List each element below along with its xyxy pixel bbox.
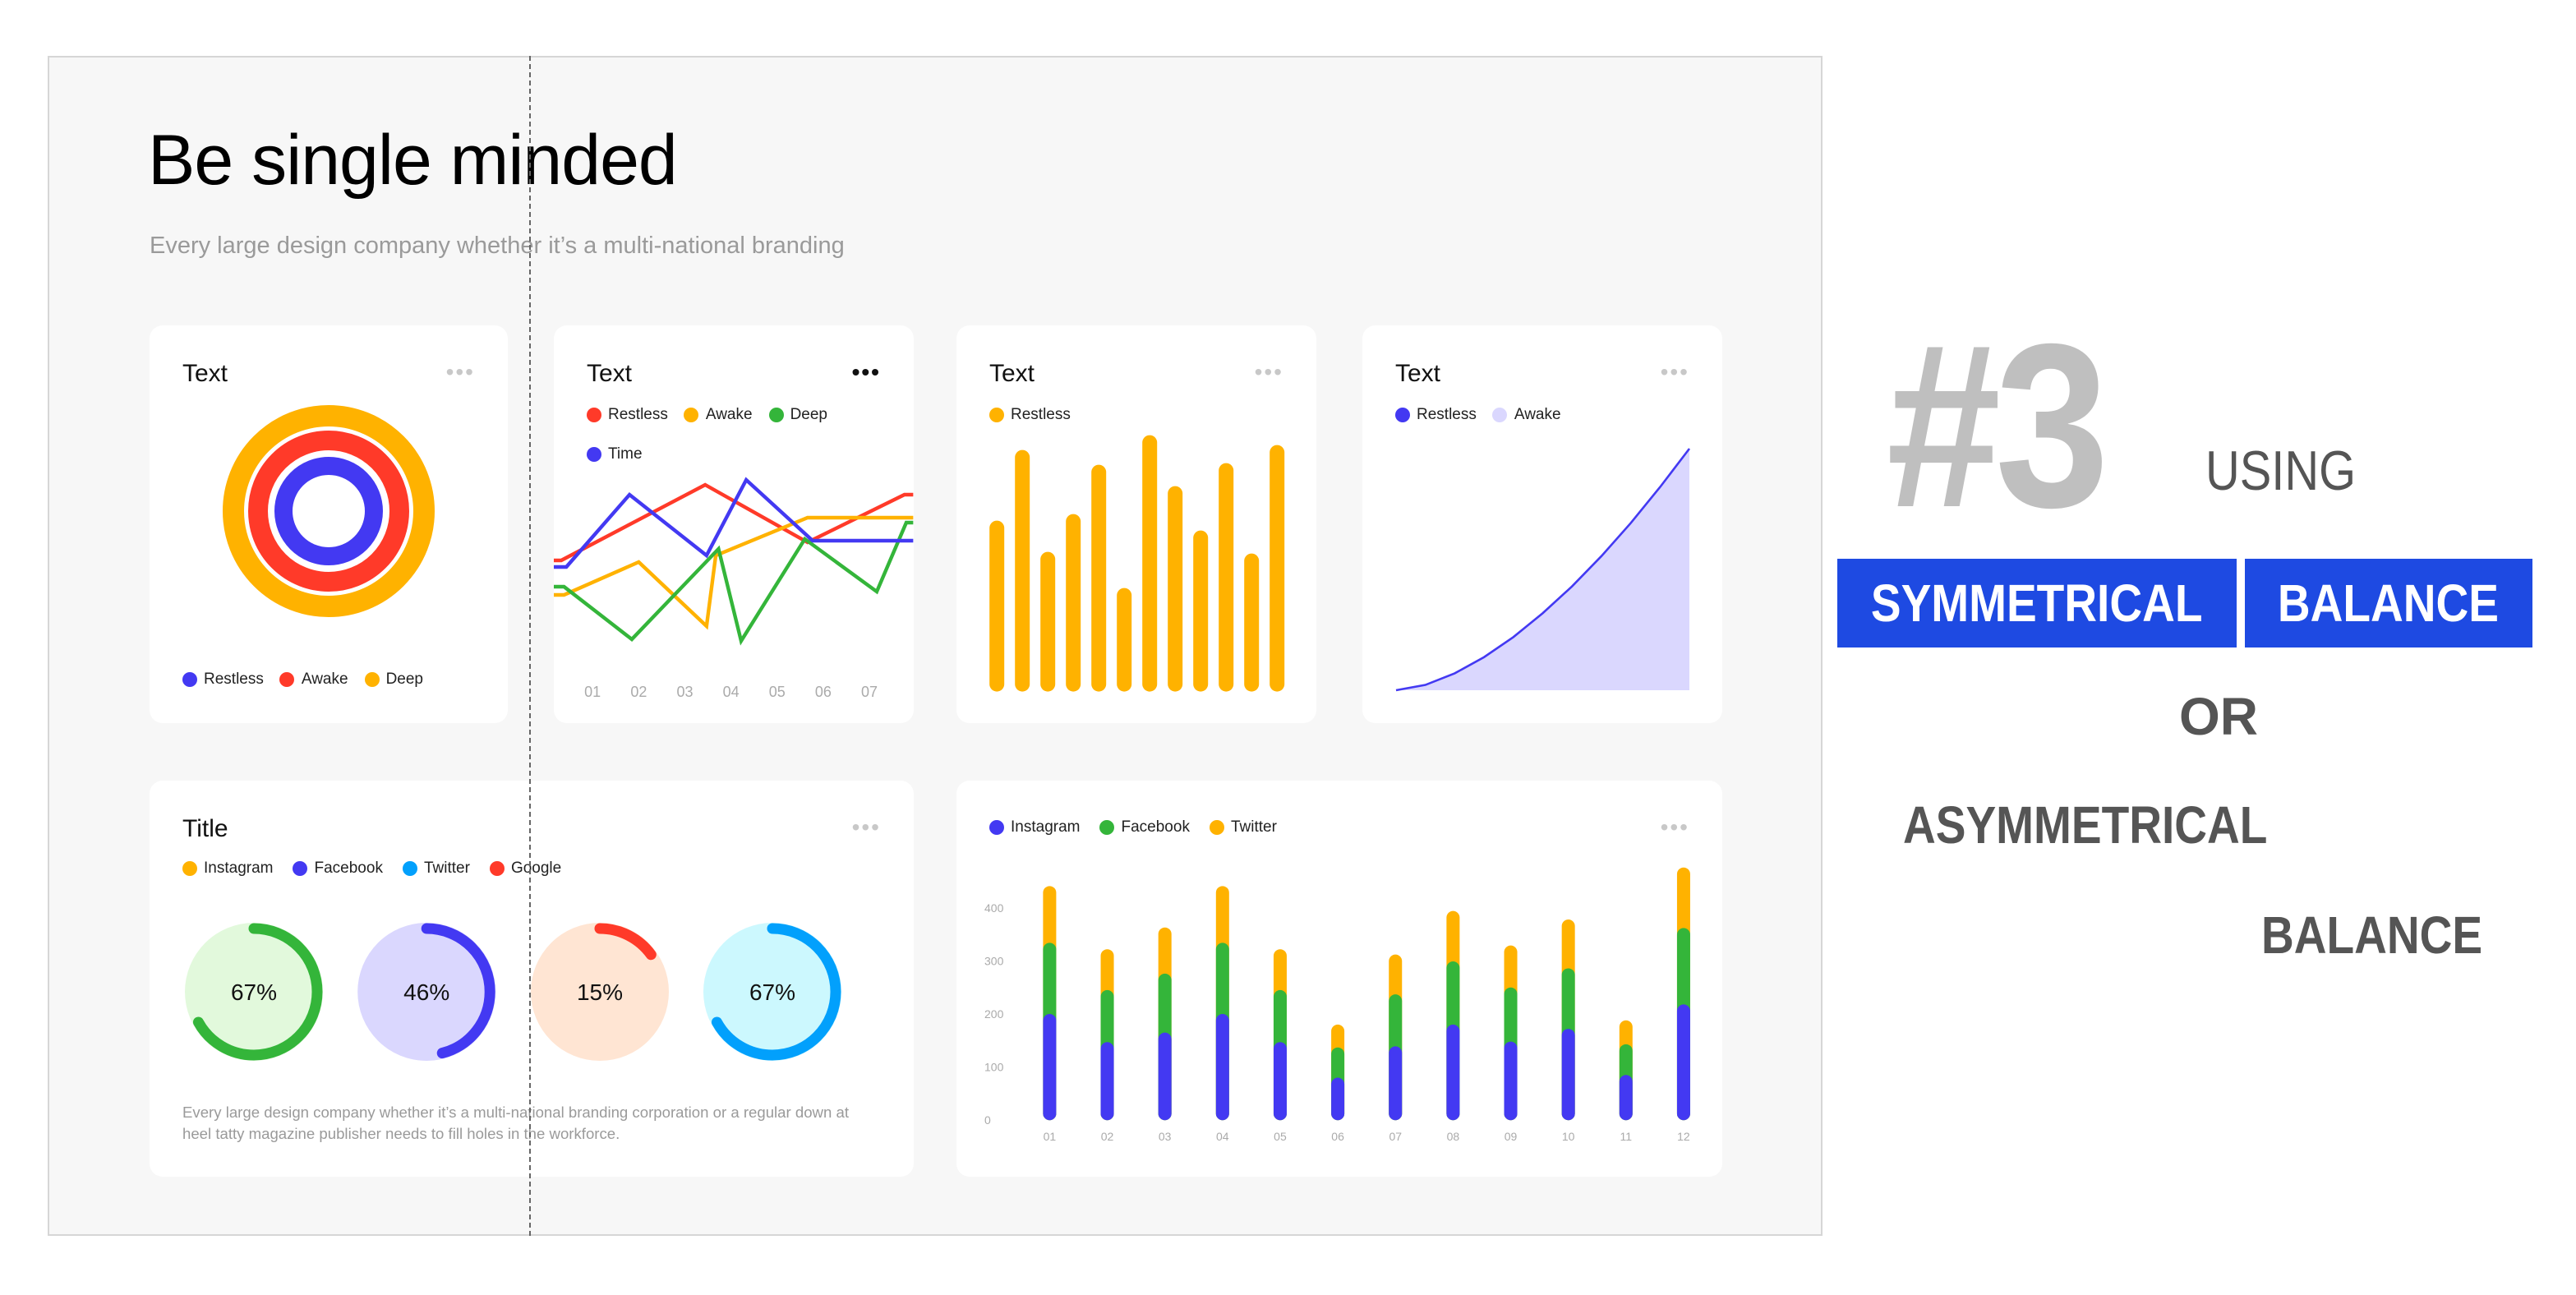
slide: Be single minded Every large design comp… bbox=[0, 0, 2576, 1295]
bar-segment-instagram bbox=[1561, 1029, 1575, 1121]
bar-segment-instagram bbox=[1100, 1042, 1114, 1121]
x-tick-label: 07 bbox=[1389, 1130, 1402, 1143]
tag-text: SYMMETRICAL bbox=[1871, 573, 2203, 632]
bar bbox=[989, 520, 1005, 692]
bar bbox=[1244, 553, 1260, 692]
x-tick-label: 10 bbox=[1562, 1130, 1575, 1143]
bar bbox=[1142, 435, 1158, 692]
x-tick-label: 02 bbox=[1101, 1130, 1114, 1143]
bar bbox=[1015, 449, 1030, 692]
bar-segment-instagram bbox=[1043, 1014, 1057, 1121]
bar-segment-instagram bbox=[1158, 1032, 1172, 1121]
page-title: Be single minded bbox=[148, 122, 678, 200]
bar bbox=[1168, 486, 1183, 692]
x-tick-label: 09 bbox=[1505, 1130, 1518, 1143]
asymmetrical-label: ASYMMETRICAL bbox=[1903, 795, 2268, 855]
progress-ring-label: 15% bbox=[577, 979, 623, 1005]
y-tick-label: 300 bbox=[984, 954, 1004, 967]
y-tick-label: 400 bbox=[984, 901, 1004, 915]
line-chart: 01 02 03 04 05 06 07 bbox=[554, 477, 914, 700]
bar bbox=[1040, 551, 1056, 692]
x-tick-label: 06 bbox=[815, 684, 832, 700]
rings-card: Text ••• Restless Awake Deep bbox=[150, 325, 508, 723]
progress-ring-label: 46% bbox=[403, 979, 449, 1005]
x-tick-label: 12 bbox=[1677, 1130, 1690, 1143]
stacked-bar-card: ••• Instagram Facebook Twitter 0 100 200 300 4… bbox=[956, 781, 1722, 1177]
line-series-time bbox=[554, 477, 914, 569]
balance-tag: BALANCE bbox=[2245, 559, 2532, 648]
legend-dot-icon bbox=[279, 671, 295, 686]
bar-chart bbox=[989, 435, 1285, 692]
x-tick-label: 08 bbox=[1447, 1130, 1460, 1143]
x-tick-label: 05 bbox=[769, 684, 786, 700]
legend-label: Awake bbox=[301, 670, 348, 688]
bar-segment-instagram bbox=[1504, 1041, 1518, 1121]
line-chart-card: Text ••• Restless Awake Deep Time 01 02 03 04 0… bbox=[554, 325, 914, 723]
tag-text: BALANCE bbox=[2278, 573, 2500, 632]
bar-segment-instagram bbox=[1446, 1024, 1460, 1121]
symmetrical-tag: SYMMETRICAL bbox=[1837, 559, 2237, 648]
bar bbox=[1270, 445, 1285, 692]
y-tick-label: 100 bbox=[984, 1061, 1004, 1074]
area-fill bbox=[1396, 449, 1689, 690]
bar-segment-instagram bbox=[1676, 1004, 1690, 1121]
center-guide-line bbox=[529, 56, 531, 1236]
progress-ring-label: 67% bbox=[231, 979, 277, 1005]
bar bbox=[1066, 514, 1081, 692]
legend-dot-icon bbox=[182, 671, 197, 686]
bar-segment-instagram bbox=[1273, 1042, 1287, 1121]
x-tick-label: 04 bbox=[723, 684, 740, 700]
ring-restless bbox=[274, 457, 383, 565]
bar bbox=[1193, 530, 1209, 692]
bar-segment-instagram bbox=[1215, 1014, 1229, 1121]
chart-legend: Restless Awake Deep bbox=[182, 669, 423, 689]
x-tick-label: 03 bbox=[1159, 1130, 1172, 1143]
x-tick-label: 02 bbox=[630, 684, 647, 700]
x-tick-label: 01 bbox=[1044, 1130, 1057, 1143]
area-chart bbox=[1395, 448, 1691, 692]
legend-item: Awake bbox=[279, 669, 348, 689]
or-label: OR bbox=[2179, 687, 2258, 746]
rings-chart bbox=[223, 405, 435, 617]
legend-dot-icon bbox=[364, 671, 380, 686]
bar bbox=[1091, 464, 1107, 692]
balance-label: BALANCE bbox=[2261, 906, 2483, 965]
area-chart-card: Text ••• Restless Awake bbox=[1362, 325, 1722, 723]
legend-label: Deep bbox=[385, 670, 423, 688]
x-tick-label: 06 bbox=[1331, 1130, 1344, 1143]
x-tick-label: 05 bbox=[1274, 1130, 1287, 1143]
bar-segment-instagram bbox=[1619, 1075, 1633, 1121]
bar-segment-instagram bbox=[1331, 1077, 1345, 1121]
bar bbox=[1117, 588, 1132, 692]
page-subtitle: Every large design company whether it’s … bbox=[150, 233, 845, 260]
using-label: USING bbox=[2205, 440, 2357, 503]
bar-chart-card: Text ••• Restless bbox=[956, 325, 1316, 723]
legend-label: Restless bbox=[204, 670, 264, 688]
legend-item: Restless bbox=[182, 669, 264, 689]
card-description: Every large design company whether it’s … bbox=[182, 1104, 849, 1142]
x-tick-label: 03 bbox=[676, 684, 693, 700]
progress-ring-label: 67% bbox=[749, 979, 795, 1005]
progress-rings-card: Title ••• Instagram Facebook Twitter Google… bbox=[150, 781, 914, 1177]
legend-item: Deep bbox=[364, 669, 423, 689]
x-tick-label: 01 bbox=[584, 684, 601, 700]
y-tick-label: 200 bbox=[984, 1007, 1004, 1021]
bar bbox=[1219, 463, 1234, 692]
bar-segment-instagram bbox=[1389, 1046, 1403, 1121]
section-number: #3 bbox=[1887, 296, 2109, 557]
x-tick-label: 11 bbox=[1620, 1130, 1633, 1143]
stacked-bar-chart: 0 100 200 300 400 01 02 03 04 05 06 07 08 09 10 11 12 bbox=[984, 867, 1690, 1143]
y-tick-label: 0 bbox=[984, 1113, 991, 1127]
x-tick-label: 04 bbox=[1216, 1130, 1229, 1143]
x-tick-label: 07 bbox=[861, 684, 878, 700]
